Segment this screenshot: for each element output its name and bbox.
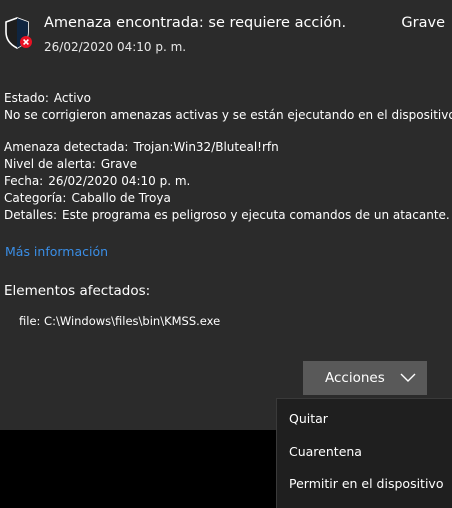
severity-label: Grave xyxy=(401,15,445,31)
notification-title: Amenaza encontrada: se requiere acción. xyxy=(44,15,347,31)
threat-details-panel: Amenaza encontrada: se requiere acción. … xyxy=(0,0,452,430)
affected-file-path: file: C:\Windows\files\bin\KMSS.exe xyxy=(19,314,221,328)
menu-item-remove[interactable]: Quitar xyxy=(289,411,328,426)
threat-row: Amenaza detectada: Trojan:Win32/Bluteal!r… xyxy=(4,139,279,155)
shield-alert-icon xyxy=(5,17,32,49)
actions-button-label: Acciones xyxy=(325,370,385,386)
threat-value: Trojan:Win32/Bluteal!rfn xyxy=(133,140,279,154)
details-value: Este programa es peligroso y ejecuta com… xyxy=(62,208,450,222)
actions-dropdown-menu: Quitar Cuarentena Permitir en el disposi… xyxy=(276,398,452,508)
status-label: Estado: xyxy=(4,91,49,105)
threat-label: Amenaza detectada: xyxy=(4,140,129,154)
date-label: Fecha: xyxy=(4,174,44,188)
status-message: No se corrigieron amenazas activas y se … xyxy=(4,108,452,122)
category-row: Categoría: Caballo de Troya xyxy=(4,190,171,206)
status-value: Activo xyxy=(53,91,91,105)
status-row: Estado: Activo xyxy=(4,90,91,106)
alert-level-row: Nivel de alerta: Grave xyxy=(4,156,137,172)
category-value: Caballo de Troya xyxy=(71,191,171,205)
details-label: Detalles: xyxy=(4,208,58,222)
actions-button[interactable]: Acciones xyxy=(303,361,427,395)
menu-item-quarantine[interactable]: Cuarentena xyxy=(289,444,362,459)
chevron-down-icon xyxy=(400,373,416,382)
date-row: Fecha: 26/02/2020 04:10 p. m. xyxy=(4,173,190,189)
date-value: 26/02/2020 04:10 p. m. xyxy=(48,174,191,188)
notification-date: 26/02/2020 04:10 p. m. xyxy=(44,40,187,54)
more-info-link[interactable]: Más información xyxy=(5,244,108,259)
affected-items-heading: Elementos afectados: xyxy=(4,283,151,299)
details-row: Detalles: Este programa es peligroso y ej… xyxy=(4,207,450,223)
menu-item-allow-on-device[interactable]: Permitir en el dispositivo xyxy=(289,476,443,491)
alert-level-value: Grave xyxy=(100,157,137,171)
category-label: Categoría: xyxy=(4,191,67,205)
alert-level-label: Nivel de alerta: xyxy=(4,157,96,171)
